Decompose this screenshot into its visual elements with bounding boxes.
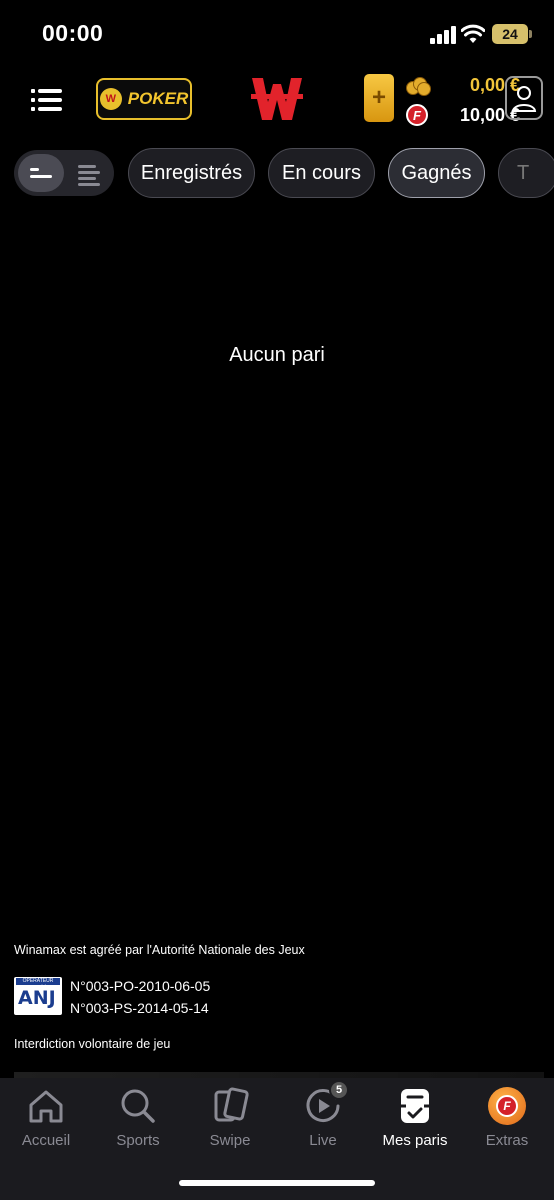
status-time: 00:00	[42, 20, 104, 46]
detailed-list-icon	[78, 165, 96, 168]
compact-view-option[interactable]	[18, 154, 64, 192]
nav-label: Extras	[485, 1132, 529, 1149]
coins-icon	[406, 74, 432, 96]
status-bar: 00:00 24	[0, 0, 554, 62]
detailed-view-option[interactable]	[66, 154, 112, 192]
menu-button[interactable]	[28, 84, 68, 116]
cards-icon	[214, 1087, 249, 1122]
home-icon	[29, 1090, 63, 1123]
poker-label: POKER	[127, 89, 189, 108]
nav-swipe[interactable]: Swipe	[184, 1086, 276, 1156]
winamax-logo-icon[interactable]	[250, 72, 304, 126]
nav-live[interactable]: 5 Live	[277, 1080, 369, 1156]
nav-sports[interactable]: Sports	[92, 1086, 184, 1156]
freebet-balance[interactable]: F 10,00 €	[406, 102, 520, 128]
deposit-button[interactable]: +	[364, 74, 394, 122]
user-icon	[511, 86, 537, 112]
nav-label: Live	[309, 1132, 337, 1149]
nav-mes-paris[interactable]: Mes paris	[369, 1086, 461, 1156]
battery-icon: 24	[492, 24, 532, 44]
extras-coin-letter: F	[496, 1095, 518, 1117]
cellular-signal-icon	[430, 26, 456, 44]
anj-logo-caption: OPÉRATEUR AGRÉÉ	[16, 978, 60, 991]
anj-logo-text: ANJ	[18, 987, 56, 1009]
view-mode-toggle[interactable]	[14, 150, 114, 196]
bet-slip-icon	[399, 1089, 431, 1123]
nav-label: Mes paris	[382, 1132, 448, 1149]
license-poker: N°003-PO-2010-06-05	[70, 978, 211, 994]
freebet-icon: F	[406, 104, 428, 126]
app-header: POKER + 0,00 € F 10,00 €	[0, 62, 554, 138]
bet-filter-bar: Enregistrés En cours Gagnés T	[0, 148, 554, 200]
nav-label: Sports	[116, 1132, 160, 1149]
empty-state-message: Aucun pari	[229, 344, 325, 366]
license-sports: N°003-PS-2014-05-14	[70, 1000, 209, 1016]
nav-label: Swipe	[209, 1132, 251, 1149]
tab-partial[interactable]: T	[498, 148, 554, 198]
poker-switch-button[interactable]: POKER	[96, 78, 192, 120]
compact-list-icon	[30, 168, 39, 171]
tab-enregistres[interactable]: Enregistrés	[128, 148, 255, 198]
nav-accueil[interactable]: Accueil	[0, 1086, 92, 1156]
anj-logo: OPÉRATEUR AGRÉÉ ANJ	[14, 977, 62, 1015]
nav-label: Accueil	[21, 1132, 71, 1149]
battery-level: 24	[502, 26, 518, 42]
self-exclusion-link[interactable]: Interdiction volontaire de jeu	[14, 1037, 170, 1051]
nav-extras[interactable]: F Extras	[461, 1086, 553, 1156]
plus-icon: +	[371, 84, 386, 111]
tab-gagnes[interactable]: Gagnés	[388, 148, 485, 198]
anj-approval-text: Winamax est agréé par l'Autorité Nationa…	[14, 943, 305, 957]
tab-en-cours[interactable]: En cours	[268, 148, 375, 198]
home-indicator[interactable]	[179, 1180, 375, 1186]
search-icon	[121, 1089, 155, 1123]
account-button[interactable]	[505, 76, 543, 120]
poker-logo-icon	[99, 88, 122, 110]
real-balance[interactable]: 0,00 €	[406, 72, 520, 98]
extras-coin-icon: F	[487, 1086, 527, 1126]
live-count-badge: 5	[329, 1080, 349, 1100]
wifi-icon	[461, 24, 485, 43]
